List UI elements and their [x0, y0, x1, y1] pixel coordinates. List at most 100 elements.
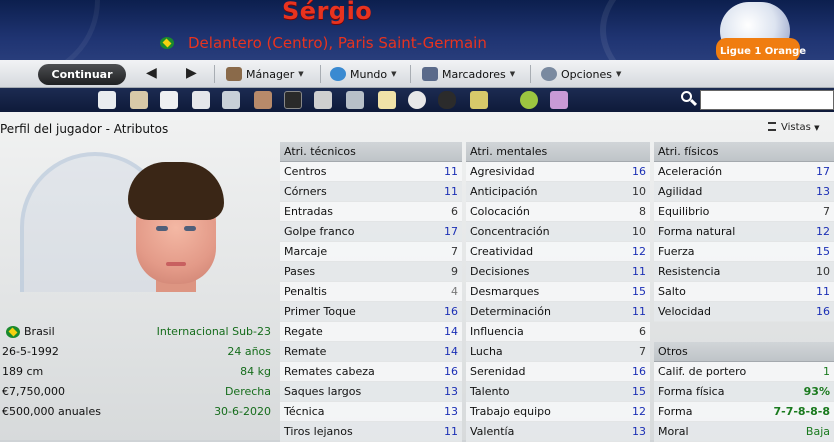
attribute-list: Centros 11 Córners 11 Entradas 6 Golpe franco 1…	[280, 162, 462, 442]
match-ball-icon[interactable]	[408, 91, 426, 109]
page-title: Perfil del jugador - Atributos	[0, 122, 169, 136]
attribute-row[interactable]: Calif. de portero 1	[654, 362, 834, 382]
attribute-name: Tiros lejanos	[284, 425, 353, 438]
attribute-value: 17	[444, 225, 458, 238]
attribute-row[interactable]: Tiros lejanos 11	[280, 422, 462, 442]
attribute-row[interactable]: Salto 11	[654, 282, 834, 302]
attribute-row[interactable]: Concentración 10	[466, 222, 650, 242]
info-row-birth: 26-5-1992 24 años	[0, 342, 276, 362]
attribute-row[interactable]: Forma natural 12	[654, 222, 834, 242]
separator	[530, 65, 531, 83]
trophy-icon[interactable]	[314, 91, 332, 109]
attribute-name: Remates cabeza	[284, 365, 375, 378]
menu-scores[interactable]: Marcadores ▼	[422, 67, 515, 81]
contract-expiry: 30-6-2020	[214, 405, 271, 418]
attribute-name: Penaltis	[284, 285, 327, 298]
attribute-name: Aceleración	[658, 165, 723, 178]
attribute-row[interactable]: Influencia 6	[466, 322, 650, 342]
nationality: Brasil	[24, 325, 55, 338]
attribute-row[interactable]: Equilibrio 7	[654, 202, 834, 222]
player-name: Sérgio	[282, 0, 373, 25]
attribute-row[interactable]: Determinación 11	[466, 302, 650, 322]
attribute-value: 13	[444, 385, 458, 398]
birth-date: 26-5-1992	[2, 345, 59, 358]
attribute-row[interactable]: Remate 14	[280, 342, 462, 362]
panel-mental-attributes: Atri. mentales Agresividad 16 Anticipación…	[466, 142, 650, 442]
attribute-row[interactable]: Lucha 7	[466, 342, 650, 362]
attribute-row[interactable]: Desmarques 15	[466, 282, 650, 302]
attribute-row[interactable]: Resistencia 10	[654, 262, 834, 282]
transfers-icon[interactable]	[254, 91, 272, 109]
attribute-row[interactable]: Agresividad 16	[466, 162, 650, 182]
calendar-icon[interactable]	[192, 91, 210, 109]
wage: €500,000 anuales	[2, 405, 101, 418]
attribute-row[interactable]: Técnica 13	[280, 402, 462, 422]
attribute-row[interactable]: Trabajo equipo 12	[466, 402, 650, 422]
home-icon[interactable]	[98, 91, 116, 109]
continue-button[interactable]: Continuar	[38, 64, 126, 85]
back-arrow-icon[interactable]: ◀	[146, 65, 157, 81]
attribute-row[interactable]: Creatividad 12	[466, 242, 650, 262]
header-decoration	[0, 0, 100, 64]
attribute-value: 10	[816, 265, 830, 278]
attribute-row[interactable]: Primer Toque 16	[280, 302, 462, 322]
info-row-body: 189 cm 84 kg	[0, 362, 276, 382]
attribute-name: Marcaje	[284, 245, 328, 258]
attribute-row[interactable]: Decisiones 11	[466, 262, 650, 282]
finances-icon[interactable]	[470, 91, 488, 109]
inbox-icon[interactable]	[130, 91, 148, 109]
attribute-row[interactable]: Valentía 13	[466, 422, 650, 442]
attribute-row[interactable]: Forma 7-7-8-8-8	[654, 402, 834, 422]
attribute-row[interactable]: Moral Baja	[654, 422, 834, 442]
attribute-name: Trabajo equipo	[470, 405, 551, 418]
info-row-value: €7,750,000 Derecha	[0, 382, 276, 402]
attribute-value: 14	[444, 345, 458, 358]
attribute-row[interactable]: Colocación 8	[466, 202, 650, 222]
separator	[410, 65, 411, 83]
attribute-row[interactable]: Marcaje 7	[280, 242, 462, 262]
views-button[interactable]: Vistas ▼	[768, 122, 819, 133]
attribute-row[interactable]: Centros 11	[280, 162, 462, 182]
help-icon[interactable]	[520, 91, 538, 109]
attribute-row[interactable]: Forma física 93%	[654, 382, 834, 402]
attribute-row[interactable]: Aceleración 17	[654, 162, 834, 182]
menu-options[interactable]: Opciones ▼	[541, 67, 621, 81]
attribute-row[interactable]: Regate 14	[280, 322, 462, 342]
search-icon[interactable]	[680, 91, 698, 109]
attribute-row[interactable]: Entradas 6	[280, 202, 462, 222]
league-logo: Ligue 1 Orange	[712, 2, 808, 64]
menu-manager[interactable]: Mánager ▼	[226, 67, 304, 81]
attribute-row[interactable]: Remates cabeza 16	[280, 362, 462, 382]
attribute-row[interactable]: Agilidad 13	[654, 182, 834, 202]
info-row-nationality: Brasil Internacional Sub-23	[0, 322, 276, 342]
attribute-row[interactable]: Pases 9	[280, 262, 462, 282]
attribute-row[interactable]: Talento 15	[466, 382, 650, 402]
attribute-value: 16	[632, 165, 646, 178]
attribute-row[interactable]: Serenidad 16	[466, 362, 650, 382]
attribute-row[interactable]: Fuerza 15	[654, 242, 834, 262]
help-topic-icon[interactable]	[550, 91, 568, 109]
main-navbar: Continuar ◀ ▶ Mánager ▼ Mundo ▼ Marcador…	[0, 60, 834, 88]
panel-technical-attributes: Atri. técnicos Centros 11 Córners 11 Entrada…	[280, 142, 462, 442]
attribute-row[interactable]: Córners 11	[280, 182, 462, 202]
tactics-icon[interactable]	[284, 91, 302, 109]
search-input[interactable]	[700, 90, 834, 110]
scouting-icon[interactable]	[346, 91, 364, 109]
staff-icon[interactable]	[222, 91, 240, 109]
attribute-row[interactable]: Velocidad 16	[654, 302, 834, 322]
binoculars-icon[interactable]	[438, 91, 456, 109]
attribute-value: 12	[632, 405, 646, 418]
attribute-name: Valentía	[470, 425, 515, 438]
attribute-value: Baja	[805, 425, 830, 438]
attribute-row[interactable]: Penaltis 4	[280, 282, 462, 302]
attribute-row[interactable]: Anticipación 10	[466, 182, 650, 202]
attribute-value: 8	[639, 205, 646, 218]
attribute-name: Lucha	[470, 345, 503, 358]
attribute-row[interactable]: Golpe franco 17	[280, 222, 462, 242]
squad-icon[interactable]	[160, 91, 178, 109]
attribute-row[interactable]: Saques largos 13	[280, 382, 462, 402]
menu-world[interactable]: Mundo ▼	[330, 67, 397, 81]
notes-icon[interactable]	[378, 91, 396, 109]
attribute-name: Centros	[284, 165, 327, 178]
forward-arrow-icon[interactable]: ▶	[186, 65, 197, 81]
